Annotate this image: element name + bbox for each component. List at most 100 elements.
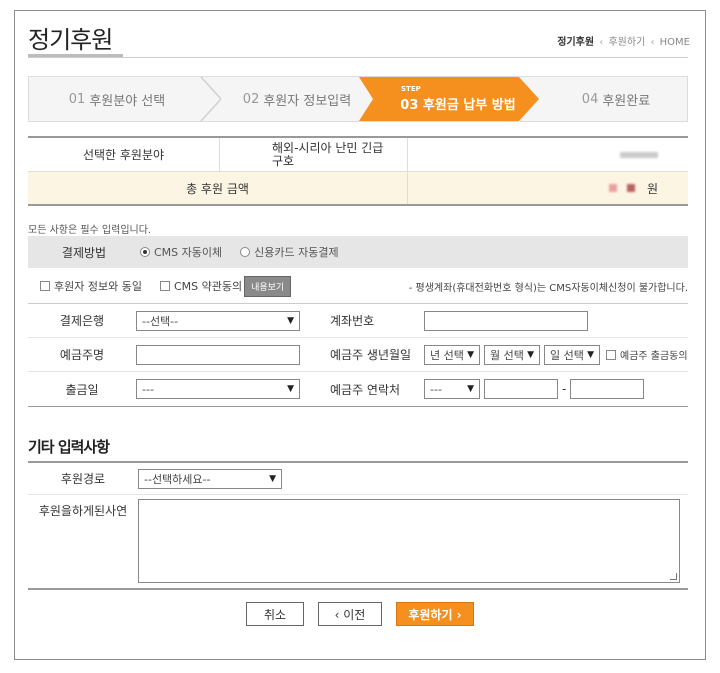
submit-button[interactable]: 후원하기 › (396, 602, 474, 626)
breadcrumb-chevron-icon: ‹ (599, 37, 604, 48)
page-title: 정기후원 (28, 26, 113, 54)
etc-section-title: 기타 입력사항 (28, 438, 110, 456)
dropdown-arrow-icon: ▼ (527, 349, 534, 360)
step-number: 01 (68, 91, 86, 107)
step-label: 후원완료 (602, 93, 651, 109)
contact-last-input[interactable] (570, 379, 645, 399)
dropdown-arrow-icon: ▼ (287, 315, 294, 326)
holder-agree-checkbox[interactable]: 예금주 출금동의 (606, 347, 688, 362)
bank-form: 결제은행 --선택-- ▼ 계좌번호 예금주명 예금주 생년월일 년 선택 ▼ … (28, 303, 688, 407)
contact-dash: - (562, 382, 567, 396)
cms-terms-checkbox[interactable]: CMS 약관동의 (159, 278, 243, 294)
breadcrumb-current[interactable]: 정기후원 (557, 37, 594, 48)
prev-button[interactable]: ‹ 이전 (318, 602, 382, 626)
select-value: --선택-- (142, 314, 179, 328)
payment-method-row: 결제방법 CMS 자동이체 신용카드 자동결제 (28, 236, 688, 268)
route-row: 후원경로 --선택하세요-- ▼ (28, 463, 688, 495)
checkbox-label: 후원자 정보와 동일 (54, 280, 142, 293)
summary-field-label: 선택한 후원분야 (28, 138, 220, 171)
summary-field-text: 해외-시리아 난민 긴급구호 (272, 140, 384, 168)
step-tag: STEP (401, 85, 421, 93)
birth-day-select[interactable]: 일 선택 ▼ (544, 344, 600, 365)
birth-month-select[interactable]: 월 선택 ▼ (484, 344, 540, 365)
checkbox-label: CMS 약관동의 (173, 280, 243, 293)
view-terms-button[interactable]: 내용보기 (244, 275, 292, 297)
radio-card[interactable]: 신용카드 자동결제 (240, 244, 339, 260)
radio-label: CMS 자동이체 (154, 246, 223, 259)
step-label: 후원자 정보입력 (263, 93, 352, 109)
checkbox-icon (40, 281, 50, 291)
radio-empty-icon (240, 247, 251, 257)
select-value: --선택하세요-- (144, 472, 211, 486)
holder-row: 예금주명 예금주 생년월일 년 선택 ▼ 월 선택 ▼ 일 선택 ▼ 예금주 출… (28, 338, 688, 372)
checkbox-icon (606, 349, 616, 360)
summary-field-amount (408, 138, 688, 171)
step-4: 04 후원완료 (543, 77, 689, 121)
bank-row: 결제은행 --선택-- ▼ 계좌번호 (28, 304, 688, 338)
step-label: 후원분야 선택 (89, 93, 166, 109)
withdraw-row: 출금일 --- ▼ 예금주 연락처 --- ▼ - (28, 372, 688, 406)
dropdown-arrow-icon: ▼ (467, 349, 474, 360)
checkbox-icon (159, 281, 170, 291)
breadcrumb-donate[interactable]: 후원하기 (608, 37, 645, 48)
redacted-total (626, 184, 635, 192)
reason-label: 후원을하게된사연 (38, 504, 128, 518)
contact-middle-input[interactable] (484, 379, 558, 399)
step-number: 03 (400, 98, 419, 113)
step-arrow-icon (200, 77, 221, 121)
step-2: 02 후원자 정보입력 (219, 77, 375, 121)
bank-select[interactable]: --선택-- ▼ (136, 310, 300, 331)
same-as-donor-checkbox[interactable]: 후원자 정보와 동일 (40, 278, 142, 294)
step-number: 04 (581, 91, 599, 107)
holder-label: 예금주명 (59, 348, 105, 362)
payment-method-label: 결제방법 (61, 245, 107, 260)
holder-name-input[interactable] (136, 344, 300, 365)
select-value: 년 선택 (430, 348, 464, 362)
breadcrumb-home[interactable]: HOME (660, 37, 690, 48)
radio-cms[interactable]: CMS 자동이체 (140, 244, 222, 260)
select-value: 월 선택 (490, 348, 524, 362)
contact-prefix-select[interactable]: --- ▼ (424, 379, 480, 399)
summary-total-value: 원 (408, 172, 688, 204)
step-1: 01 후원분야 선택 (29, 77, 205, 121)
checkbox-label: 예금주 출금동의 (620, 351, 688, 362)
step-label: 후원금 납부 방법 (422, 98, 516, 113)
contact-label: 예금주 연락처 (330, 382, 401, 397)
account-number-input[interactable] (424, 310, 588, 331)
account-label: 계좌번호 (330, 314, 375, 328)
title-divider (28, 57, 688, 58)
route-label: 후원경로 (60, 472, 106, 486)
select-value: 일 선택 (550, 348, 584, 362)
select-value: --- (142, 382, 154, 396)
summary-field-value: 해외-시리아 난민 긴급구호 (220, 138, 408, 171)
breadcrumb: 정기후원 ‹ 후원하기 ‹ HOME (557, 33, 690, 48)
withdraw-day-select[interactable]: --- ▼ (136, 379, 300, 399)
dropdown-arrow-icon: ▼ (287, 384, 294, 394)
dropdown-arrow-icon: ▼ (467, 384, 474, 394)
route-select[interactable]: --선택하세요-- ▼ (138, 468, 282, 489)
breadcrumb-chevron-icon: ‹ (650, 37, 655, 48)
action-buttons: 취소 ‹ 이전 후원하기 › (0, 602, 720, 626)
summary-total-row: 총 후원 금액 원 (28, 172, 688, 206)
reason-row: 후원을하게된사연 (28, 495, 688, 588)
step-3: STEP 03 후원금 납부 방법 (373, 77, 543, 121)
donation-summary: 선택한 후원분야 해외-시리아 난민 긴급구호 총 후원 금액 원 (28, 136, 688, 206)
redacted-amount (620, 151, 658, 158)
account-warning: - 평생계좌(휴대전화번호 형식)는 CMS자동이체신청이 불가합니다. (408, 282, 688, 294)
birth-label: 예금주 생년월일 (330, 348, 412, 362)
reason-textarea[interactable] (138, 499, 680, 583)
summary-total-label: 총 후원 금액 (28, 172, 408, 204)
redacted-total (608, 184, 617, 192)
required-note: 모든 사항은 필수 입력입니다. (28, 225, 152, 236)
birth-year-select[interactable]: 년 선택 ▼ (424, 344, 480, 365)
currency-unit: 원 (646, 181, 658, 196)
dropdown-arrow-icon: ▼ (587, 349, 594, 360)
withdraw-label: 출금일 (65, 382, 99, 397)
cancel-button[interactable]: 취소 (246, 602, 304, 626)
dropdown-arrow-icon: ▼ (269, 473, 276, 484)
agreement-row: 후원자 정보와 동일 CMS 약관동의 내용보기 - 평생계좌(휴대전화번호 형… (28, 275, 688, 297)
radio-selected-icon (140, 247, 150, 257)
select-value: --- (430, 382, 442, 396)
step-indicator: 01 후원분야 선택 02 후원자 정보입력 STEP 03 후원금 납부 방법… (28, 76, 688, 122)
bank-label: 결제은행 (59, 314, 105, 328)
